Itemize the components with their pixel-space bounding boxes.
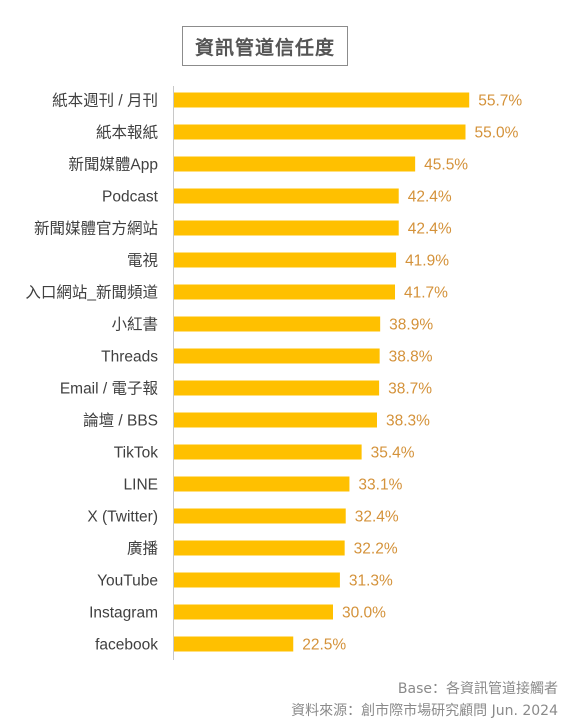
category-label: 論壇 / BBS [83, 411, 158, 430]
bar [174, 540, 345, 556]
category-label: LINE [124, 477, 158, 494]
category-label: 新聞媒體App [68, 156, 158, 174]
bar [174, 220, 399, 236]
value-label: 30.0% [342, 605, 386, 622]
bar [174, 348, 380, 364]
category-label: YouTube [97, 573, 158, 590]
bar [174, 380, 380, 396]
value-label: 55.0% [475, 125, 519, 142]
category-label: 新聞媒體官方網站 [34, 220, 158, 238]
bar [174, 124, 466, 140]
category-label: Threads [101, 349, 158, 366]
value-label: 33.1% [358, 477, 402, 494]
bar [174, 444, 362, 460]
value-label: 22.5% [302, 637, 346, 654]
bar [174, 636, 294, 652]
category-label: Podcast [102, 189, 159, 206]
bar [174, 188, 399, 204]
bar [174, 316, 381, 332]
value-label: 35.4% [371, 445, 415, 462]
category-label: 小紅書 [111, 316, 158, 334]
category-label: 紙本週刊 / 月刊 [52, 92, 158, 110]
value-label: 42.4% [408, 189, 452, 206]
value-label: 32.4% [355, 509, 399, 526]
bar [174, 92, 470, 108]
value-label: 31.3% [349, 573, 393, 590]
bar [174, 508, 346, 524]
category-label: 入口網站_新聞頻道 [25, 284, 158, 302]
bar-chart: 紙本週刊 / 月刊 55.7% 紙本報紙 55.0% 新聞媒體App 45.5% Podca… [25, 86, 522, 660]
category-label: Instagram [89, 605, 158, 622]
value-label: 32.2% [354, 541, 398, 558]
value-label: 38.9% [389, 317, 433, 334]
category-label: X (Twitter) [87, 509, 158, 526]
bar [174, 476, 350, 492]
bar [174, 604, 333, 620]
value-label: 45.5% [424, 157, 468, 174]
footer-base-note: Base：各資訊管道接觸者 [397, 681, 558, 697]
category-label: TikTok [114, 445, 158, 462]
category-label: 紙本報紙 [96, 124, 159, 142]
bar [174, 156, 416, 172]
value-label: 38.3% [386, 413, 430, 430]
bar [174, 412, 377, 428]
category-label: 電視 [127, 252, 159, 270]
bar [174, 252, 397, 268]
bar [174, 284, 396, 300]
value-label: 42.4% [408, 221, 452, 238]
value-label: 41.9% [405, 253, 449, 270]
category-label: Email / 電子報 [60, 380, 159, 398]
category-label: facebook [95, 637, 158, 654]
bar [174, 572, 340, 588]
value-label: 41.7% [404, 285, 448, 302]
value-label: 38.8% [389, 349, 433, 366]
value-label: 55.7% [478, 93, 522, 110]
category-label: 廣播 [127, 540, 159, 558]
bars-group: 紙本週刊 / 月刊 55.7% 紙本報紙 55.0% 新聞媒體App 45.5% Podca… [25, 92, 522, 654]
value-label: 38.7% [388, 381, 432, 398]
footer-source-note: 資料來源：創市際市場研究顧問 Jun. 2024 [291, 703, 558, 719]
